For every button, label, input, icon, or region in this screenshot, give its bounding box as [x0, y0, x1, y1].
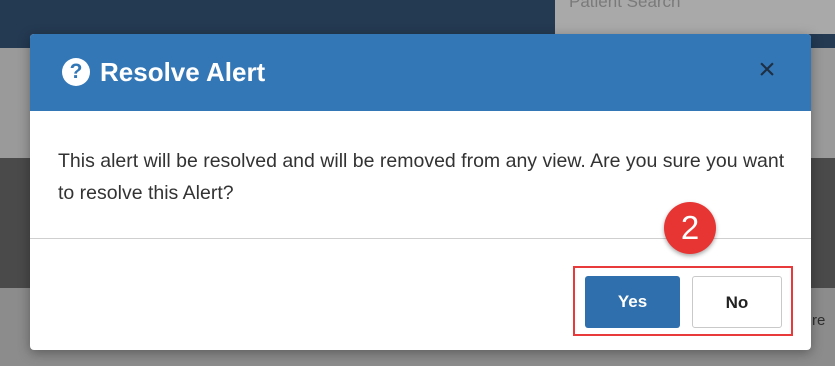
dialog-title: Resolve Alert: [100, 57, 266, 87]
question-circle-icon: ?: [62, 58, 90, 86]
close-icon[interactable]: ×: [753, 54, 781, 86]
dialog-message: This alert will be resolved and will be …: [58, 150, 785, 204]
patient-search-field: Patient Search: [555, 0, 835, 34]
background-text-fragment: re: [812, 312, 826, 329]
annotation-highlight-box: [573, 266, 793, 336]
patient-search-label: Patient Search: [569, 0, 681, 11]
step-number-badge: 2: [664, 202, 716, 254]
dialog-header: ? Resolve Alert ×: [30, 34, 811, 111]
